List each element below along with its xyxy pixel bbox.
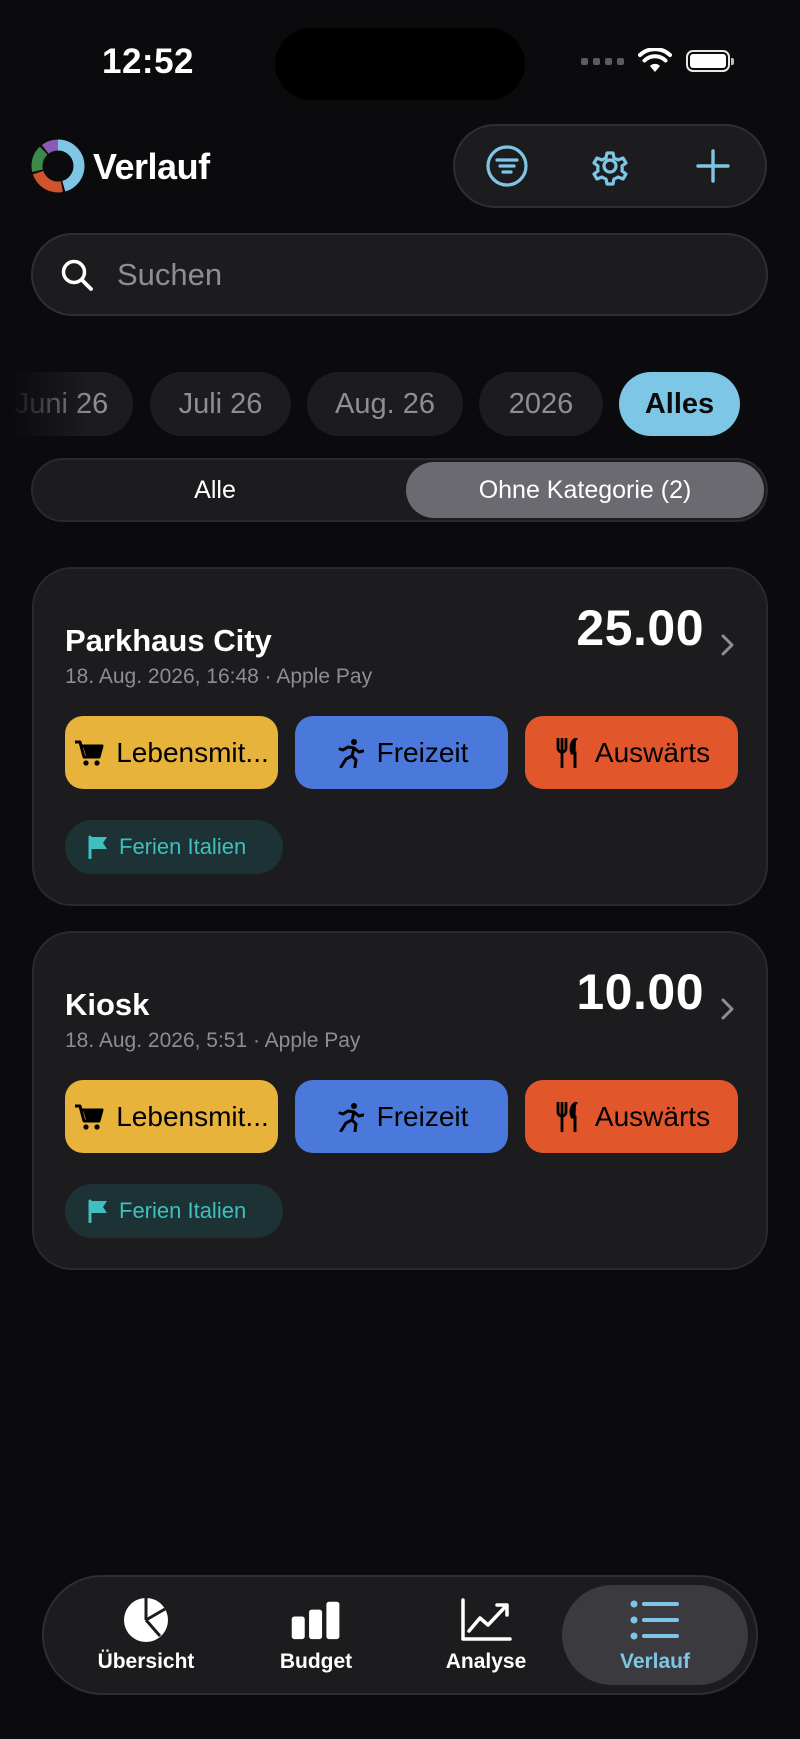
search-icon [57, 255, 97, 295]
header-actions [453, 124, 767, 208]
category-label: Freizeit [376, 736, 469, 768]
category-chip-lebensmittel[interactable]: Lebensmit... [65, 1080, 278, 1153]
transaction-name: Kiosk [65, 987, 150, 1022]
tab-budget[interactable]: Budget [232, 1585, 400, 1685]
add-button[interactable] [685, 138, 741, 194]
category-label: Freizeit [376, 1100, 469, 1132]
wifi-icon [638, 48, 672, 72]
tab-analyse[interactable]: Analyse [402, 1585, 570, 1685]
settings-button[interactable] [582, 138, 638, 194]
flag-icon [88, 1199, 107, 1223]
category-label: Auswärts [594, 736, 711, 768]
status-time: 12:52 [102, 42, 195, 81]
segment-uncategorized[interactable]: Ohne Kategorie (2) [406, 462, 764, 518]
transaction-name: Parkhaus City [65, 623, 272, 658]
category-label: Lebensmit... [116, 1100, 269, 1132]
chevron-right-icon [721, 998, 734, 1020]
running-icon [335, 1102, 365, 1132]
search-bar[interactable] [31, 233, 768, 316]
cart-icon [74, 1102, 104, 1132]
category-chip-auswaerts[interactable]: Auswärts [525, 1080, 738, 1153]
trip-label: Ferien Italien [119, 1198, 247, 1223]
tab-uebersicht[interactable]: Übersicht [62, 1585, 230, 1685]
cart-icon [74, 738, 104, 768]
transaction-amount: 10.00 [576, 964, 704, 1020]
category-chip-freizeit[interactable]: Freizeit [295, 716, 508, 789]
chevron-right-icon [721, 634, 734, 656]
transaction-card[interactable]: Parkhaus City 18. Aug. 2026, 16:48 · App… [32, 567, 768, 906]
period-chip-active[interactable]: Alles [619, 372, 740, 436]
running-icon [335, 738, 365, 768]
bar-chart-icon [290, 1596, 342, 1644]
trip-label: Ferien Italien [119, 834, 247, 859]
gear-icon [592, 151, 628, 186]
category-chip-freizeit[interactable]: Freizeit [295, 1080, 508, 1153]
list-icon [629, 1596, 681, 1644]
tab-label: Budget [279, 1650, 353, 1673]
filter-icon [486, 145, 528, 187]
period-chip[interactable]: 2026 [479, 372, 603, 436]
tab-bar: Übersicht Budget Analyse Verlauf [42, 1575, 758, 1695]
dynamic-island [275, 28, 525, 100]
transaction-meta: 18. Aug. 2026, 16:48 · Apple Pay [65, 665, 373, 688]
category-label: Auswärts [594, 1100, 711, 1132]
app-logo-icon [31, 139, 85, 193]
filter-button[interactable] [479, 138, 535, 194]
category-chip-lebensmittel[interactable]: Lebensmit... [65, 716, 278, 789]
period-chip[interactable]: Aug. 26 [307, 372, 463, 436]
tab-label: Analyse [445, 1650, 527, 1673]
pie-chart-icon [120, 1596, 172, 1644]
category-filter-segmented: Alle Ohne Kategorie (2) [31, 458, 768, 522]
transaction-amount: 25.00 [576, 600, 704, 656]
fork-knife-icon [553, 1101, 583, 1132]
segment-all[interactable]: Alle [35, 462, 395, 518]
cellular-signal-icon [581, 57, 624, 65]
tab-label: Verlauf [619, 1650, 691, 1673]
fork-knife-icon [553, 737, 583, 768]
line-chart-icon [460, 1596, 512, 1644]
period-chip[interactable]: Juli 26 [150, 372, 291, 436]
flag-icon [88, 835, 107, 859]
trip-tag[interactable]: Ferien Italien [65, 1184, 283, 1238]
status-icons [581, 48, 734, 74]
transaction-card[interactable]: Kiosk 18. Aug. 2026, 5:51 · Apple Pay 10… [32, 931, 768, 1270]
plus-icon [696, 149, 731, 183]
tab-verlauf[interactable]: Verlauf [562, 1585, 748, 1685]
period-selector: Juni 26 Juli 26 Aug. 26 2026 Alles [0, 372, 800, 438]
page-title: Verlauf [93, 146, 210, 187]
search-input[interactable] [115, 255, 719, 294]
category-label: Lebensmit... [116, 736, 269, 768]
tab-label: Übersicht [97, 1650, 195, 1673]
transaction-meta: 18. Aug. 2026, 5:51 · Apple Pay [65, 1029, 361, 1052]
battery-icon [686, 50, 734, 72]
scroll-fade [0, 372, 90, 438]
trip-tag[interactable]: Ferien Italien [65, 820, 283, 874]
category-chip-auswaerts[interactable]: Auswärts [525, 716, 738, 789]
